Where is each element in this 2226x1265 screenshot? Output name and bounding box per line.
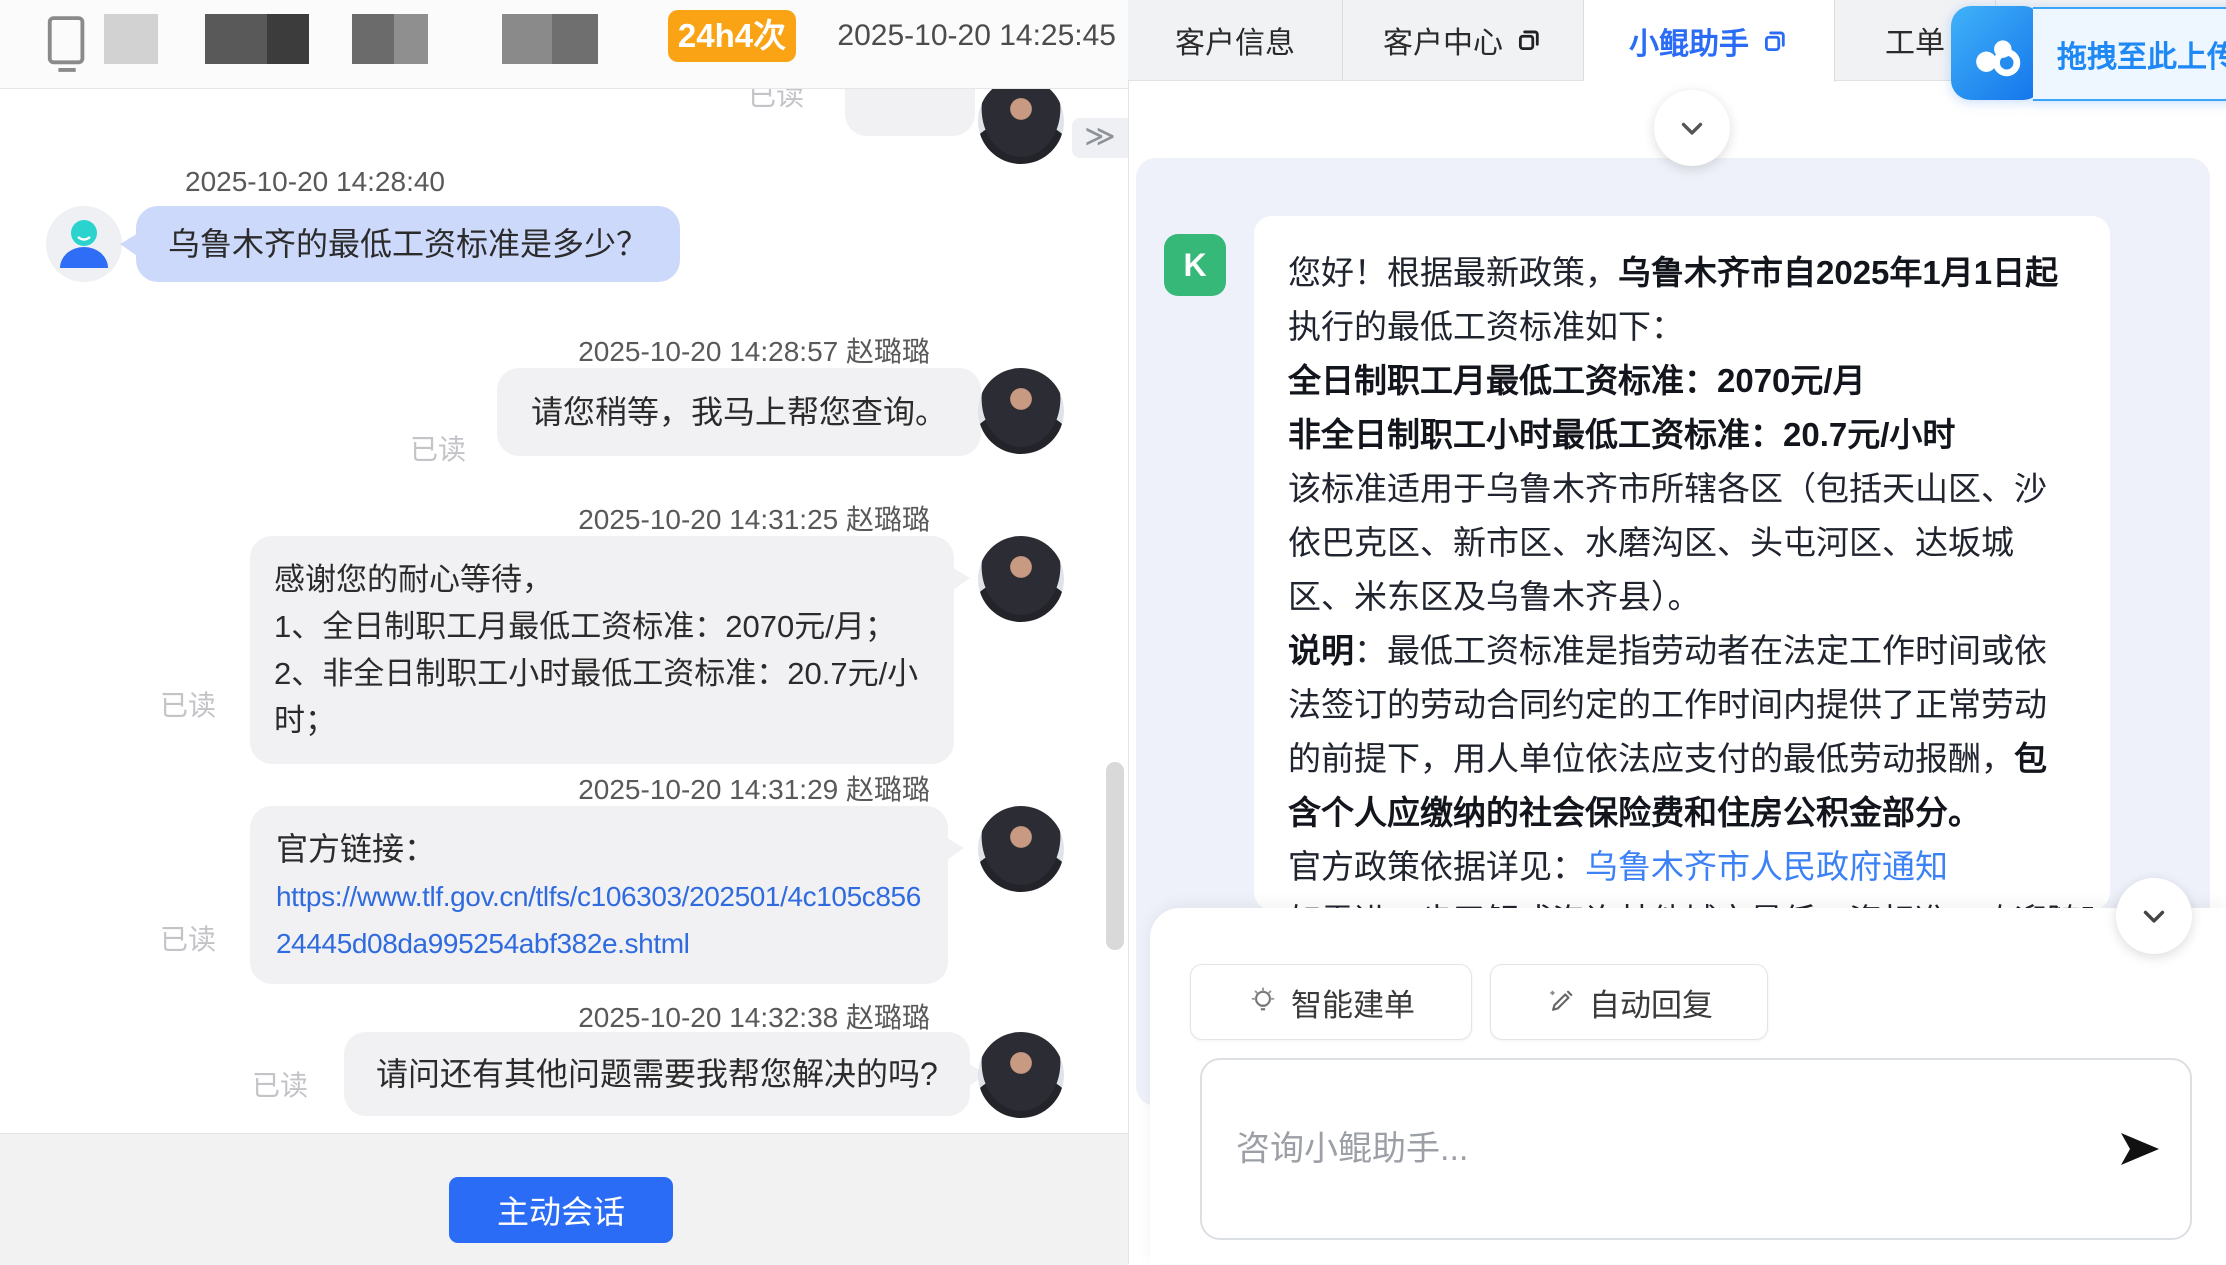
redacted-label — [104, 14, 158, 64]
read-status: 已读 — [160, 918, 216, 958]
read-status: 已读 — [252, 1064, 308, 1104]
customer-avatar — [46, 206, 122, 282]
chat-scrollbar-thumb[interactable] — [1106, 762, 1124, 950]
assistant-input-box — [1200, 1058, 2192, 1240]
agent-avatar — [978, 78, 1064, 164]
header-timestamp: 2025-10-20 14:25:45 — [837, 0, 1116, 72]
chat-footer: 主动会话 — [0, 1133, 1128, 1265]
collapse-panel-handle[interactable]: ≫ — [1072, 118, 1128, 158]
tab-label: 客户中心 — [1383, 18, 1503, 62]
message-time: 2025-10-20 14:28:57 赵璐璐 — [400, 330, 930, 370]
chat-header: 24h4次 2025-10-20 14:25:45 — [0, 0, 1128, 89]
agent-avatar — [978, 536, 1064, 622]
scroll-to-bottom-button[interactable] — [2116, 878, 2192, 954]
agent-avatar — [978, 806, 1064, 892]
redacted-label — [352, 14, 394, 64]
assistant-message-text: 您好！根据最新政策，乌鲁木齐市自2025年1月1日起执行的最低工资标准如下：全日… — [1288, 246, 2076, 910]
tab-label: 客户信息 — [1175, 18, 1295, 62]
status-badge: 24h4次 — [668, 10, 796, 62]
agent-avatar — [978, 1032, 1064, 1118]
read-status: 已读 — [160, 684, 216, 724]
smart-ticket-button[interactable]: 智能建单 — [1190, 964, 1472, 1040]
redacted-label — [502, 14, 552, 64]
chevron-down-icon — [1675, 111, 1709, 145]
message-time: 2025-10-20 14:28:40 — [185, 166, 445, 198]
redacted-label — [394, 14, 428, 64]
collapse-assistant-button[interactable] — [1654, 90, 1730, 166]
agent-message-bubble: 请问还有其他问题需要我帮您解决的吗? — [344, 1032, 970, 1116]
chat-panel: 已读 2025-10-20 14:28:40 乌鲁木齐的最低工资标准是多少？ 2… — [0, 0, 1128, 1264]
send-icon[interactable] — [2118, 1129, 2162, 1169]
external-window-icon — [1761, 27, 1789, 55]
official-link[interactable]: https://www.tlf.gov.cn/tlfs/c106303/2025… — [276, 881, 921, 959]
assistant-input[interactable] — [1234, 1129, 2118, 1170]
redacted-label — [205, 14, 267, 64]
agent-message-bubble: 请您稍等，我马上帮您查询。 — [497, 368, 981, 456]
message-time: 2025-10-20 14:31:29 赵璐璐 — [400, 768, 930, 808]
link-label: 官方链接： — [276, 826, 926, 872]
tab-customer-info[interactable]: 客户信息 — [1128, 0, 1343, 80]
auto-reply-button[interactable]: 自动回复 — [1490, 964, 1768, 1040]
proactive-chat-button[interactable]: 主动会话 — [449, 1177, 673, 1243]
tab-label: 小鲲助手 — [1629, 19, 1749, 63]
message-time: 2025-10-20 14:31:25 赵璐璐 — [400, 498, 930, 538]
panel-divider — [1128, 0, 1129, 1264]
upload-icon-box — [1951, 6, 2043, 100]
assistant-composer: 智能建单 自动回复 — [1150, 908, 2226, 1264]
customer-message-bubble: 乌鲁木齐的最低工资标准是多少？ — [136, 206, 680, 282]
agent-avatar — [978, 368, 1064, 454]
external-window-icon — [1515, 26, 1543, 54]
redacted-label — [552, 14, 598, 64]
person-icon — [46, 206, 122, 282]
pencil-icon — [1545, 986, 1577, 1018]
cloud-upload-icon — [1966, 22, 2028, 84]
message-time: 2025-10-20 14:32:38 赵璐璐 — [400, 996, 930, 1036]
lightbulb-icon — [1247, 986, 1279, 1018]
smart-ticket-label: 智能建单 — [1291, 980, 1415, 1025]
drag-upload-overlay[interactable]: 拖拽至此上传 — [1951, 6, 2226, 100]
redacted-label — [267, 14, 309, 64]
read-status: 已读 — [410, 428, 466, 468]
device-icon — [44, 14, 92, 76]
assistant-avatar: K — [1164, 234, 1226, 296]
upload-label: 拖拽至此上传 — [2033, 7, 2226, 101]
assistant-message-card: 您好！根据最新政策，乌鲁木齐市自2025年1月1日起执行的最低工资标准如下：全日… — [1254, 216, 2110, 910]
auto-reply-label: 自动回复 — [1589, 980, 1713, 1025]
tab-assistant[interactable]: 小鲲助手 — [1584, 0, 1835, 82]
chevron-down-icon — [2137, 899, 2171, 933]
tab-customer-center[interactable]: 客户中心 — [1343, 0, 1584, 80]
tab-label: 工单 — [1885, 18, 1945, 62]
agent-message-bubble: 感谢您的耐心等待，1、全日制职工月最低工资标准：2070元/月；2、非全日制职工… — [250, 536, 954, 764]
agent-message-bubble: 官方链接： https://www.tlf.gov.cn/tlfs/c10630… — [250, 806, 948, 984]
